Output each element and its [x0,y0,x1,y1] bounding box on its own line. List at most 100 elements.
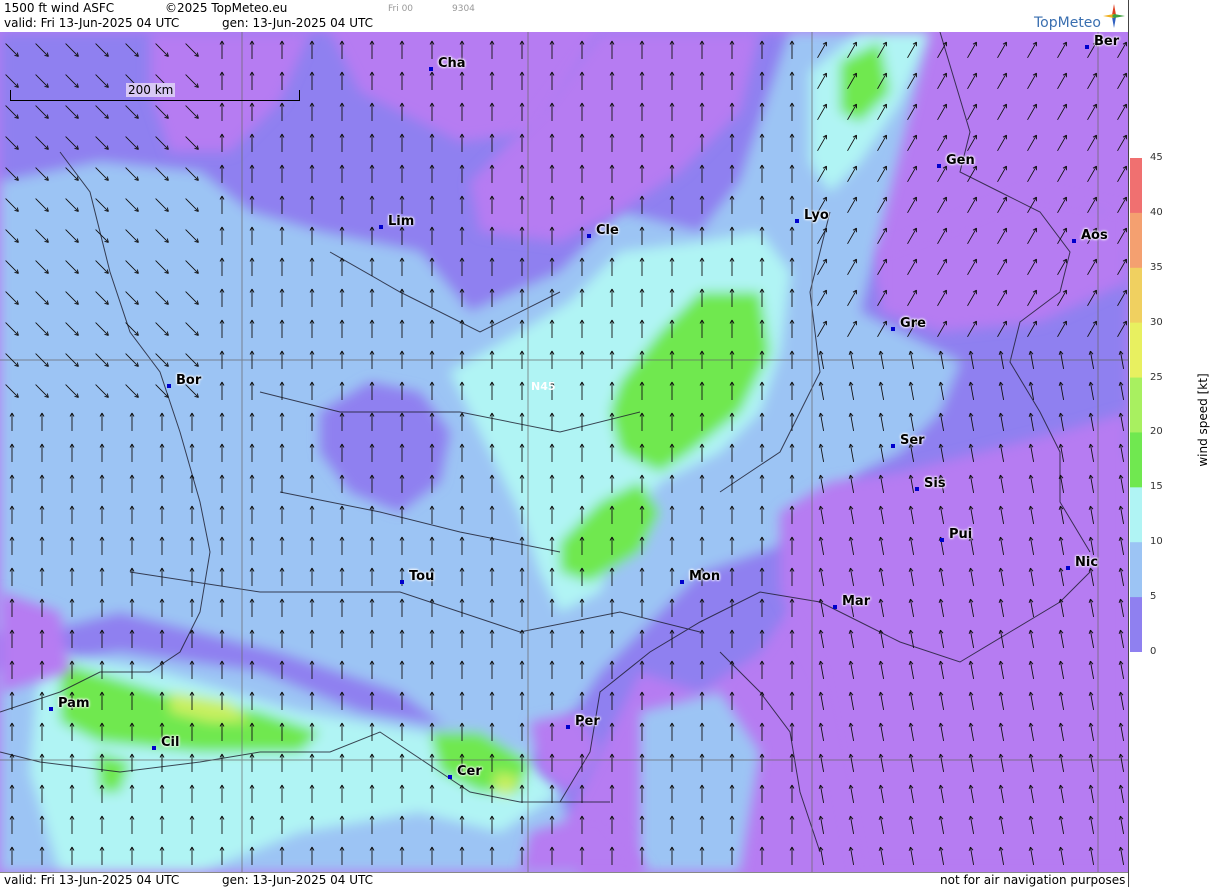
colorbar-band [1130,597,1142,652]
wind-arrow-head [818,784,821,790]
wind-arrow [937,103,947,121]
city-label[interactable]: Tou [399,569,434,584]
wind-arrow [1117,134,1127,152]
wind-arrow [997,41,1007,59]
wind-arrow [937,196,947,214]
wind-arrow [1027,72,1037,90]
wind-arrow [1027,134,1037,152]
footer-generated-time: gen: 13-Jun-2025 04 UTC [222,873,374,887]
product-title: 1500 ft wind ASFC [4,1,115,15]
city-label[interactable]: Gen [937,153,975,168]
run-label: Fri 00 [388,4,414,14]
city-label[interactable]: Mon [679,569,720,584]
wind-arrow [1087,165,1097,183]
city-label[interactable]: Aos [1072,228,1108,243]
wind-arrow [1057,72,1067,90]
city-label[interactable]: Gre [891,316,926,331]
map-header: 1500 ft wind ASFC ©2025 TopMeteo.eu Fri … [0,0,1128,33]
code-label: 9304 [452,4,475,14]
wind-arrow [937,72,947,90]
wind-arrow [967,196,977,214]
colorbar-tick: 20 [1150,426,1163,437]
wind-arrow [1087,134,1097,152]
wind-arrow-head [848,846,851,852]
wind-arrow [907,165,917,183]
wind-arrow-head [818,722,821,728]
wind-arrow [937,134,947,152]
wind-arrow [1117,196,1127,214]
wind-arrow [907,134,917,152]
colorbar-band [1130,432,1142,488]
wind-arrow [967,41,977,59]
wind-arrow [1027,165,1037,183]
colorbar-tick: 30 [1150,317,1163,328]
wind-arrow-head [818,753,821,759]
topmeteo-logo-text: TopMeteo [1034,15,1101,31]
wind-arrow [1117,165,1127,183]
compass-logo-icon [1103,4,1125,28]
city-label[interactable]: Lim [378,214,414,229]
wind-arrow [997,103,1007,121]
wind-arrow [1027,103,1037,121]
wind-speed-colorbar [1130,158,1142,652]
wind-arrow [1087,72,1097,90]
colorbar-tick: 10 [1150,536,1163,547]
wind-arrow [997,134,1007,152]
valid-time: valid: Fri 13-Jun-2025 04 UTC [4,16,180,30]
city-label[interactable]: Sis [915,476,946,491]
city-label[interactable]: Cer [448,764,482,779]
wind-arrow [997,165,1007,183]
colorbar-band [1130,542,1142,598]
generated-time: gen: 13-Jun-2025 04 UTC [222,16,374,30]
city-label[interactable]: Cil [151,735,179,750]
colorbar-band [1130,158,1142,214]
city-label[interactable]: Ser [891,433,925,448]
wind-arrow [1087,103,1097,121]
colorbar-title: wind speed [kt] [1196,373,1210,467]
colorbar-tick: 5 [1150,591,1157,602]
scale-label: 200 km [126,83,176,97]
wind-arrow-head [818,691,821,697]
wind-arrow [967,72,977,90]
colorbar-band [1130,267,1142,324]
latitude-label: N45 [531,380,556,393]
wind-arrow [1117,72,1127,90]
wind-arrow [1057,103,1067,121]
city-label[interactable]: Pam [49,696,90,711]
wind-arrow [1057,41,1067,59]
wind-arrow [907,196,917,214]
wind-arrow-head [818,815,821,821]
city-label[interactable]: Cle [587,223,619,238]
wind-arrow [1057,134,1067,152]
wind-arrow-head [818,846,821,852]
colorbar-band [1130,487,1142,543]
city-label[interactable]: Ber [1084,34,1119,49]
wind-arrow [967,103,977,121]
wind-arrow [1027,41,1037,59]
city-label[interactable]: Pui [939,527,972,542]
city-label[interactable]: Mar [832,594,870,609]
colorbar-tick: 40 [1150,207,1163,218]
disclaimer-text: not for air navigation purposes [940,873,1126,887]
wind-arrow [937,165,947,183]
wind-arrow [1057,165,1067,183]
colorbar-tick: 25 [1150,372,1163,383]
colorbar-tick: 45 [1150,152,1163,163]
colorbar-tick: 0 [1150,646,1157,657]
city-label[interactable]: Cha [429,56,466,71]
copyright-text: ©2025 TopMeteo.eu [165,1,288,15]
city-label[interactable]: Nic [1065,555,1098,570]
city-label[interactable]: Lyo [795,208,829,223]
wind-arrow [1117,103,1127,121]
footer-valid-time: valid: Fri 13-Jun-2025 04 UTC [4,873,180,887]
map-footer: valid: Fri 13-Jun-2025 04 UTC gen: 13-Ju… [0,872,1128,888]
colorbar-band [1130,377,1142,433]
colorbar-band [1130,212,1142,269]
wind-arrow [997,72,1007,90]
city-label[interactable]: Bor [166,373,201,388]
colorbar-band [1130,322,1142,379]
city-label[interactable]: Per [566,714,600,729]
colorbar-tick: 15 [1150,481,1163,492]
colorbar-tick: 35 [1150,262,1163,273]
wind-map[interactable]: 200 km N45 Cha Ber Gen Lim Cle Lyo Aos G… [0,32,1128,872]
